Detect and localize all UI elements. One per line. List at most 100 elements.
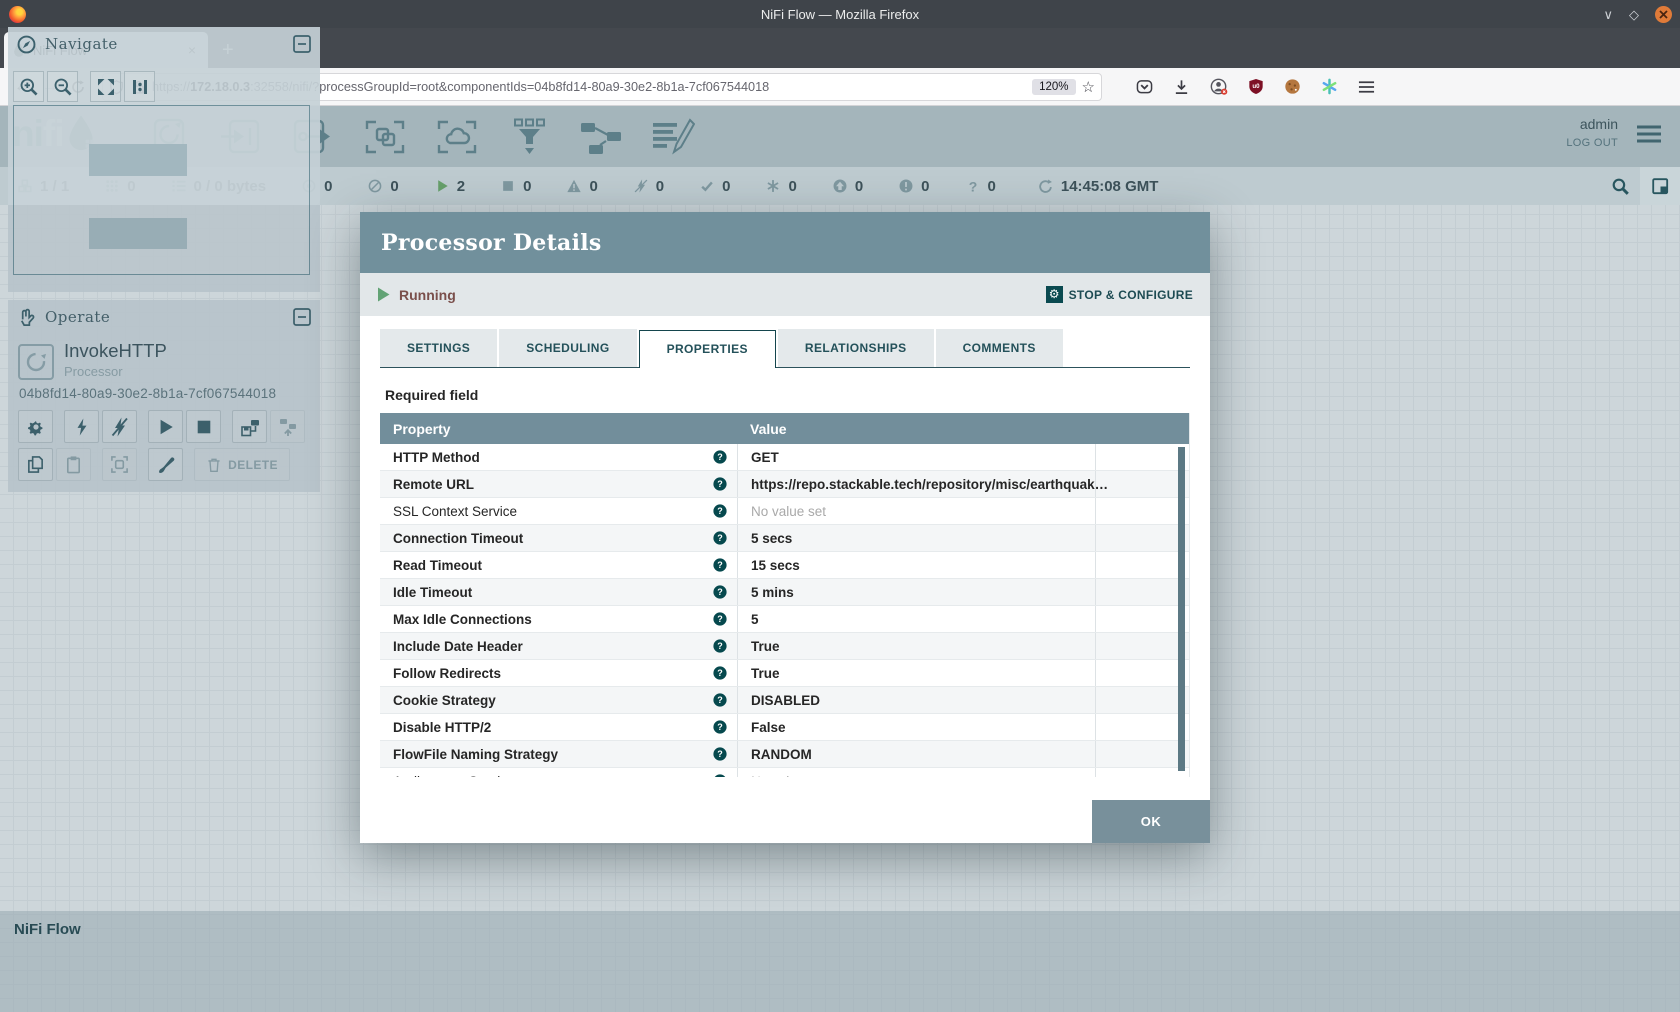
property-row[interactable]: SSL Context Service?No value set	[380, 498, 1189, 525]
property-row[interactable]: Cookie Strategy? DISABLED	[380, 687, 1189, 714]
stop-configure-button[interactable]: ⚙ STOP & CONFIGURE	[1046, 286, 1193, 303]
download-icon[interactable]	[1173, 79, 1190, 95]
property-value[interactable]: No value set	[751, 774, 826, 778]
property-name: Include Date Header	[393, 639, 713, 654]
funnel-component-icon[interactable]	[506, 117, 552, 157]
minimize-icon[interactable]: ∨	[1603, 8, 1613, 21]
process-group-component-icon[interactable]	[362, 117, 408, 157]
collapse-navigate-icon[interactable]	[293, 35, 311, 53]
property-value[interactable]: True	[751, 639, 780, 654]
help-icon[interactable]: ?	[713, 720, 727, 734]
property-value[interactable]: DISABLED	[751, 693, 820, 708]
account-icon[interactable]	[1210, 78, 1228, 95]
label-component-icon[interactable]	[650, 117, 696, 157]
status-count: 0	[390, 178, 398, 195]
property-value[interactable]: No value set	[751, 504, 826, 519]
logout-link[interactable]: LOG OUT	[1566, 137, 1618, 149]
help-icon[interactable]: ?	[713, 612, 727, 626]
search-icon[interactable]	[1600, 167, 1640, 205]
status-up-to-date: 0	[700, 178, 730, 195]
help-icon[interactable]: ?	[713, 693, 727, 707]
property-actions-cell	[1095, 444, 1189, 470]
help-icon[interactable]: ?	[713, 639, 727, 653]
zoom-in-button[interactable]	[13, 71, 44, 102]
property-name: HTTP Method	[393, 450, 713, 465]
help-icon[interactable]: ?	[713, 774, 727, 777]
extension-asterisk-icon[interactable]	[1321, 78, 1338, 95]
property-value[interactable]: 5 secs	[751, 531, 792, 546]
tab-scheduling[interactable]: SCHEDULING	[499, 329, 636, 367]
tab-properties[interactable]: PROPERTIES	[639, 330, 776, 368]
status-running: 2	[435, 178, 465, 195]
property-value[interactable]: 15 secs	[751, 558, 800, 573]
property-row[interactable]: Idle Timeout?5 mins	[380, 579, 1189, 606]
zoom-out-button[interactable]	[47, 71, 78, 102]
help-icon[interactable]: ?	[713, 477, 727, 491]
help-icon[interactable]: ?	[713, 504, 727, 518]
help-icon[interactable]: ?	[713, 666, 727, 680]
tab-settings[interactable]: SETTINGS	[380, 329, 497, 367]
help-icon[interactable]: ?	[713, 585, 727, 599]
property-value[interactable]: False	[751, 720, 786, 735]
maximize-icon[interactable]: ◇	[1629, 8, 1639, 21]
property-column-header: Property	[380, 421, 737, 437]
pocket-icon[interactable]	[1136, 79, 1153, 95]
dialog-title: Processor Details	[381, 230, 602, 256]
status-count: 0	[921, 178, 929, 195]
menu-hamburger-icon[interactable]	[1358, 80, 1375, 94]
svg-text:?: ?	[717, 749, 723, 759]
svg-text:?: ?	[717, 506, 723, 516]
property-value[interactable]: 5 mins	[751, 585, 794, 600]
help-icon[interactable]: ?	[713, 747, 727, 761]
svg-text:?: ?	[717, 776, 723, 777]
property-row[interactable]: FlowFile Naming Strategy?RANDOM	[380, 741, 1189, 768]
property-row[interactable]: Connection Timeout?5 secs	[380, 525, 1189, 552]
property-row[interactable]: Disable HTTP/2?False	[380, 714, 1189, 741]
bookmark-star-icon[interactable]: ☆	[1082, 78, 1095, 96]
property-row[interactable]: Include Date Header? True	[380, 633, 1189, 660]
template-component-icon[interactable]	[578, 117, 624, 157]
property-row[interactable]: Remote URL?https://repo.stackable.tech/r…	[380, 471, 1189, 498]
invalid-icon	[567, 179, 581, 193]
property-row[interactable]: Follow Redirects?True	[380, 660, 1189, 687]
svg-text:?: ?	[717, 533, 723, 543]
close-window-icon[interactable]	[1655, 6, 1672, 23]
property-value[interactable]: GET	[751, 450, 779, 465]
property-row[interactable]: Attributes to Send?No value set	[380, 768, 1189, 777]
property-actions-cell	[1095, 525, 1189, 551]
firefox-logo-icon	[9, 6, 26, 23]
property-row[interactable]: HTTP Method? GET	[380, 444, 1189, 471]
tab-comments[interactable]: COMMENTS	[936, 329, 1063, 367]
global-menu-hamburger-icon[interactable]	[1636, 124, 1662, 144]
status-count: 2	[457, 178, 465, 195]
actual-size-button[interactable]	[124, 71, 155, 102]
exclamation-circle-icon	[899, 179, 913, 193]
properties-table-header: Property Value	[380, 413, 1189, 444]
properties-table: Property Value HTTP Method? GET Remote URL…	[380, 413, 1190, 777]
zoom-level-chip[interactable]: 120%	[1032, 79, 1075, 95]
help-icon[interactable]: ?	[713, 450, 727, 464]
cookie-icon[interactable]	[1284, 78, 1301, 95]
fit-view-button[interactable]	[90, 71, 121, 102]
property-actions-cell	[1095, 471, 1189, 497]
property-value[interactable]: https://repo.stackable.tech/repository/m…	[751, 477, 1108, 492]
property-row[interactable]: Max Idle Connections?5	[380, 606, 1189, 633]
ublock-icon[interactable]: u0	[1248, 78, 1264, 95]
property-value[interactable]: True	[751, 666, 780, 681]
help-icon[interactable]: ?	[713, 531, 727, 545]
ok-button[interactable]: OK	[1092, 800, 1210, 843]
settings-panel-icon[interactable]	[1640, 167, 1680, 205]
tab-relationships[interactable]: RELATIONSHIPS	[778, 329, 934, 367]
property-value[interactable]: 5	[751, 612, 759, 627]
property-row[interactable]: Read Timeout?15 secs	[380, 552, 1189, 579]
property-actions-cell	[1095, 741, 1189, 767]
stop-configure-gear-icon: ⚙	[1046, 286, 1063, 303]
remote-process-group-component-icon[interactable]	[434, 117, 480, 157]
svg-text:?: ?	[717, 614, 723, 624]
help-icon[interactable]: ?	[713, 558, 727, 572]
table-scrollbar-thumb[interactable]	[1178, 447, 1185, 771]
compass-icon	[17, 35, 36, 54]
property-name: Cookie Strategy	[393, 693, 713, 708]
refresh-icon[interactable]	[1038, 179, 1053, 194]
property-value[interactable]: RANDOM	[751, 747, 812, 762]
